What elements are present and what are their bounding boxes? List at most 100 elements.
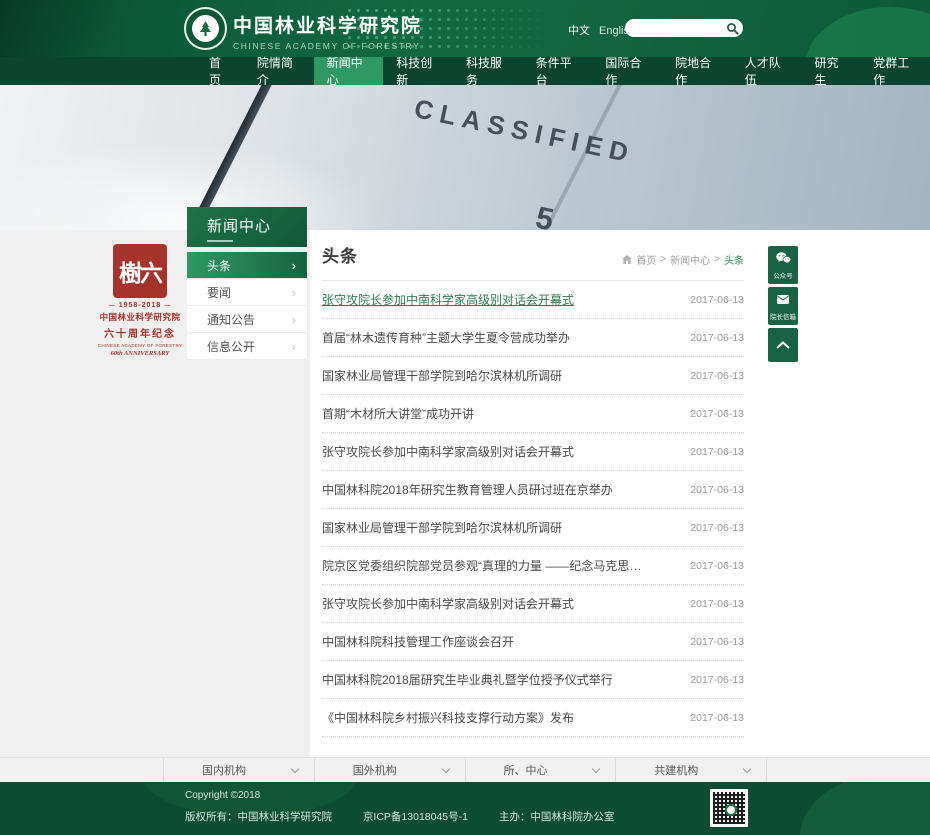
nav-item-regional[interactable]: 院地合作 [662,57,732,85]
news-list: 张守攻院长参加中南科学家高级别对话会开幕式 2017-06-13 首届“林木遗传… [322,281,744,737]
chevron-right-icon: › [292,340,296,353]
news-link[interactable]: 首届“林木遗传育种”主题大学生夏令营成功举办 [322,329,570,346]
footer-link-groups: 国内机构 国外机构 所、中心 共建机构 [163,758,767,782]
nav-item-services[interactable]: 科技服务 [453,57,523,85]
sidebar-title-underline [207,240,233,242]
sidebar-title: 新闻中心 [207,215,307,236]
header: 中国林业科学研究院 CHINESE ACADEMY OF FORESTRY 中文… [0,0,930,57]
page-body: 樹六 1958-2018 中国林业科学研究院 六十周年纪念 CHINESE AC… [0,230,930,757]
sidebar-item-disclosure[interactable]: 信息公开 › [187,333,307,360]
nav-item-party[interactable]: 党群工作 [860,57,930,85]
chevron-right-icon: › [292,259,296,272]
news-link[interactable]: 张守攻院长参加中南科学家高级别对话会开幕式 [322,291,574,308]
news-row: 张守攻院长参加中南科学家高级别对话会开幕式 2017-06-13 [322,433,744,471]
news-link[interactable]: 《中国林科院乡村振兴科技支撑行动方案》发布 [322,709,574,726]
footer-link-bar: 国内机构 国外机构 所、中心 共建机构 [0,757,930,782]
dropdown-label: 所、中心 [504,762,548,778]
nav-item-news[interactable]: 新闻中心 [314,57,384,85]
footer-dropdown-joint[interactable]: 共建机构 [615,758,767,782]
news-link[interactable]: 院京区党委组织院部党员参观“真理的力量 ——纪念马克思诞辰200周年主题展览 [322,557,652,574]
news-date: 2017-06-13 [690,408,744,420]
news-link[interactable]: 张守攻院长参加中南科学家高级别对话会开幕式 [322,443,574,460]
sidebar-item-notices[interactable]: 通知公告 › [187,306,307,333]
wechat-label: 公众号 [769,271,797,280]
search-input[interactable] [635,23,726,34]
news-date: 2017-06-13 [690,484,744,496]
wechat-button[interactable]: 公众号 [768,246,798,284]
news-link[interactable]: 中国林科院2018届研究生毕业典礼暨学位授予仪式举行 [322,671,613,688]
news-link[interactable]: 国家林业局管理干部学院到哈尔滨林机所调研 [322,519,562,536]
news-link[interactable]: 首期“木材所大讲堂”成功开讲 [322,405,474,422]
breadcrumb-current: 头条 [724,252,744,267]
page-title: 头条 [322,242,358,267]
nav-item-graduate[interactable]: 研究生 [801,57,860,85]
sidebar-item-label: 头条 [207,257,231,274]
footer-dropdown-institutes[interactable]: 所、中心 [465,758,616,782]
sidebar-items: 头条 › 要闻 › 通知公告 › 信息公开 › [187,252,307,360]
news-row: 张守攻院长参加中南科学家高级别对话会开幕式 2017-06-13 [322,281,744,319]
nav-item-international[interactable]: 国际合作 [592,57,662,85]
search-box [625,19,743,37]
breadcrumb-news-center[interactable]: 新闻中心 [670,252,710,267]
sidebar-item-headlines[interactable]: 头条 › [187,252,307,279]
breadcrumb-home[interactable]: 首页 [636,252,656,267]
news-row: 中国林科院科技管理工作座谈会召开 2017-06-13 [322,623,744,661]
sidebar-item-key-news[interactable]: 要闻 › [187,279,307,306]
news-row: 国家林业局管理干部学院到哈尔滨林机所调研 2017-06-13 [322,509,744,547]
news-row: 首期“木材所大讲堂”成功开讲 2017-06-13 [322,395,744,433]
chevron-right-icon: › [292,286,296,299]
floating-toolbar: 公众号 院长信箱 [768,246,798,365]
qr-pattern [713,792,745,824]
mailbox-label: 院长信箱 [769,312,797,321]
sidebar-item-label: 信息公开 [207,338,255,355]
news-link[interactable]: 国家林业局管理干部学院到哈尔滨林机所调研 [322,367,562,384]
chevron-down-icon [592,764,600,772]
nav-item-talent[interactable]: 人才队伍 [732,57,802,85]
site-logo[interactable] [184,7,227,50]
news-row: 国家林业局管理干部学院到哈尔滨林机所调研 2017-06-13 [322,357,744,395]
news-date: 2017-06-13 [690,712,744,724]
lang-zh-link[interactable]: 中文 [568,25,590,37]
hero-banner: CLASSIFIED 5 [0,85,930,230]
footer-icp: 京ICP备13018045号-1 [363,811,468,823]
news-row: 中国林科院2018届研究生毕业典礼暨学位授予仪式举行 2017-06-13 [322,661,744,699]
nav-item-platform[interactable]: 条件平台 [523,57,593,85]
footer-qr-code [710,789,748,827]
breadcrumb-separator: > [714,254,720,265]
news-date: 2017-06-13 [690,294,744,306]
news-date: 2017-06-13 [690,598,744,610]
site-subtitle: CHINESE ACADEMY OF FORESTRY [233,41,422,51]
news-link[interactable]: 中国林科院科技管理工作座谈会召开 [322,633,514,650]
sidebar-item-label: 要闻 [207,284,231,301]
sidebar-item-label: 通知公告 [207,311,255,328]
nav-item-innovation[interactable]: 科技创新 [383,57,453,85]
nav-item-about[interactable]: 院情简介 [244,57,314,85]
footer-dropdown-domestic[interactable]: 国内机构 [163,758,314,782]
nav-item-home[interactable]: 首页 [196,57,244,85]
dropdown-label: 共建机构 [654,762,698,778]
chevron-down-icon [743,764,751,772]
chevron-down-icon [441,764,449,772]
back-to-top-button[interactable] [768,328,798,362]
seal-characters: 樹六 [119,254,161,288]
sidebar: 新闻中心 头条 › 要闻 › 通知公告 › 信息公开 › [187,207,307,360]
footer-dropdown-foreign[interactable]: 国外机构 [314,758,465,782]
wechat-icon [776,252,791,264]
site-title: 中国林业科学研究院 [233,11,422,38]
chevron-right-icon: › [292,313,296,326]
news-link[interactable]: 中国林科院2018年研究生教育管理人员研讨班在京举办 [322,481,613,498]
anniversary-en: 60th ANNIVERSARY [97,350,183,357]
news-date: 2017-06-13 [690,446,744,458]
mailbox-button[interactable]: 院长信箱 [768,287,798,325]
breadcrumb: 首页 > 新闻中心 > 头条 [622,252,744,267]
breadcrumb-separator: > [660,254,666,265]
main-content: 头条 首页 > 新闻中心 > 头条 张守攻院长参加中南科学家高级别对话会开幕式 … [322,242,744,781]
news-link[interactable]: 张守攻院长参加中南科学家高级别对话会开幕式 [322,595,574,612]
dropdown-label: 国外机构 [353,762,397,778]
news-row: 首届“林木遗传育种”主题大学生夏令营成功举办 2017-06-13 [322,319,744,357]
news-row: 《中国林科院乡村振兴科技支撑行动方案》发布 2017-06-13 [322,699,744,737]
search-icon[interactable] [726,22,739,35]
logo-emblem [192,15,219,42]
main-nav: 首页 院情简介 新闻中心 科技创新 科技服务 条件平台 国际合作 院地合作 人才… [0,57,930,85]
mail-icon [776,294,790,305]
